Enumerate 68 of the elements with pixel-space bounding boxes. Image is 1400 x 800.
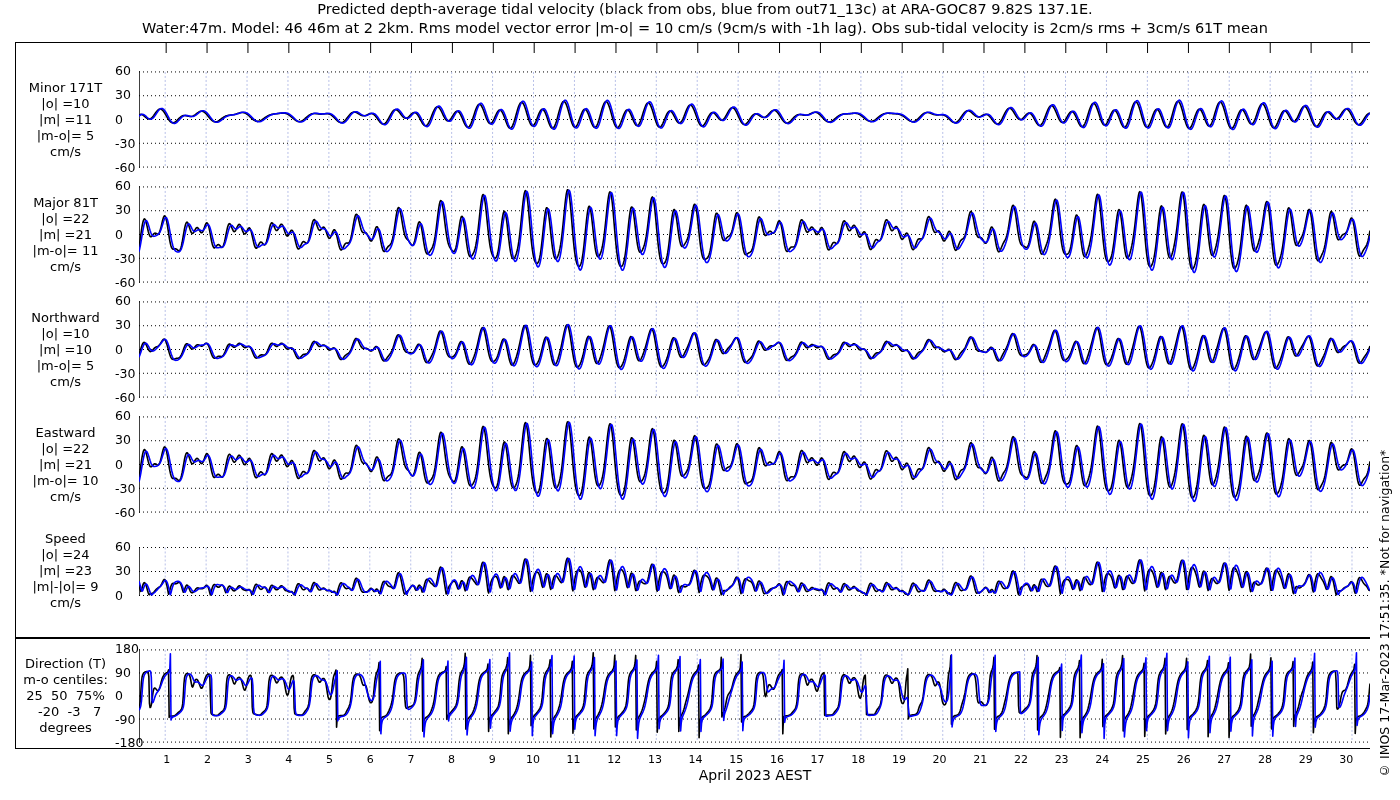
axis-tick-label: 20 (931, 753, 948, 767)
axis-tick-label: 3 (243, 753, 253, 767)
chart-title: Predicted depth-average tidal velocity (black from obs, blue from out71_13c) at ARA-GOC87 9.82S 137.1E. (317, 0, 1093, 19)
axis-tick-label: 30 (115, 318, 132, 333)
axis-tick-label: 28 (1257, 753, 1273, 767)
axis-tick-label: 30 (115, 564, 132, 578)
panel-label: Northward |o| =10 |m| =10 |m-o|= 5 cm/s (30, 309, 101, 390)
axis-tick-label: 30 (1338, 753, 1355, 767)
axis-tick-label: 60 (115, 539, 132, 554)
axis-tick-label: 0 (115, 689, 124, 703)
y-axis-line (139, 546, 140, 596)
credit-text: © IMOS 17-Mar-2023 17:51:35. *Not for navigation* (1377, 448, 1392, 778)
axis-tick-label: 29 (1297, 753, 1314, 767)
axis-tick-label: 11 (565, 753, 582, 767)
axis-tick-label: 22 (1012, 753, 1029, 767)
axis-tick-label: 90 (115, 665, 132, 680)
axis-tick-label: 0 (115, 342, 124, 357)
axis-tick-label: -90 (115, 712, 137, 727)
axis-tick-label: 19 (890, 753, 907, 767)
axis-tick-label: 60 (115, 179, 132, 193)
panel-label: Direction (T) m-o centiles: 25 50 75% -20 -3 7 degrees (22, 656, 109, 736)
axis-tick-label: 13 (646, 753, 663, 767)
panel-label: Eastward |o| =22 |m| =21 |m-o|= 10 cm/s (31, 424, 100, 505)
axis-tick-label: 24 (1094, 753, 1111, 767)
axis-tick-label: 0 (115, 457, 124, 472)
axis-tick-label: 7 (406, 753, 416, 767)
axis-tick-label: 14 (687, 753, 704, 767)
axis-tick-label: 26 (1175, 753, 1192, 767)
axis-tick-label: 0 (115, 588, 124, 603)
axis-tick-label: -30 (115, 481, 137, 496)
axis-tick-label: 30 (115, 203, 132, 218)
axis-tick-label: 16 (768, 753, 785, 767)
axis-tick-label: 25 (1134, 753, 1151, 767)
axis-tick-label: 17 (809, 753, 826, 767)
axis-tick-label: 60 (115, 294, 132, 308)
axis-tick-label: -30 (115, 251, 137, 266)
axis-tick-label: 15 (728, 753, 745, 767)
axis-tick-label: 5 (325, 753, 335, 767)
axis-tick-label: 8 (447, 753, 457, 767)
axis-title: April 2023 AEST (697, 767, 813, 783)
axis-tick-label: 180 (115, 642, 139, 656)
axis-tick-label: 9 (487, 753, 497, 767)
axis-tick-label: 0 (115, 112, 124, 127)
axis-tick-label: -60 (115, 161, 137, 175)
axis-tick-label: 27 (1216, 753, 1233, 767)
axis-tick-label: 2 (203, 753, 212, 767)
axis-tick-label: 23 (1053, 753, 1070, 767)
axis-tick-label: -30 (115, 366, 137, 381)
panel-label: Minor 171T |o| =10 |m| =11 |m-o|= 5 cm/s (27, 79, 104, 160)
axis-tick-label: 4 (284, 753, 294, 767)
axis-tick-label: -30 (115, 136, 137, 151)
axis-tick-label: 0 (115, 227, 124, 242)
axis-tick-label: 21 (972, 753, 989, 767)
chart-title: Water:47m. Model: 46 46m at 2 2km. Rms model vector error |m-o| = 10 cm/s (9cm/s with -1h lag). Obs sub-tidal velocity is 2cm/s rms + 3cm/s 61T mean (142, 19, 1268, 38)
axis-tick-label: 18 (850, 753, 867, 767)
axis-tick-label: -60 (115, 506, 137, 520)
axis-tick-label: -60 (115, 276, 137, 290)
axis-tick-label: 1 (162, 753, 172, 767)
panel-label: Speed |o| =24 |m| =23 |m|-|o|= 9 cm/s (31, 531, 100, 611)
axis-tick-label: -60 (115, 391, 137, 405)
axis-tick-label: 12 (606, 753, 623, 767)
axis-tick-label: 30 (115, 88, 132, 103)
axis-tick-label: 60 (115, 64, 132, 78)
axis-tick-label: 30 (115, 433, 132, 448)
axis-tick-label: 60 (115, 409, 132, 423)
axis-tick-label: 10 (524, 753, 541, 767)
axis-tick-label: 6 (365, 753, 375, 767)
panel-label: Major 81T |o| =22 |m| =21 |m-o|= 11 cm/s (31, 194, 100, 275)
